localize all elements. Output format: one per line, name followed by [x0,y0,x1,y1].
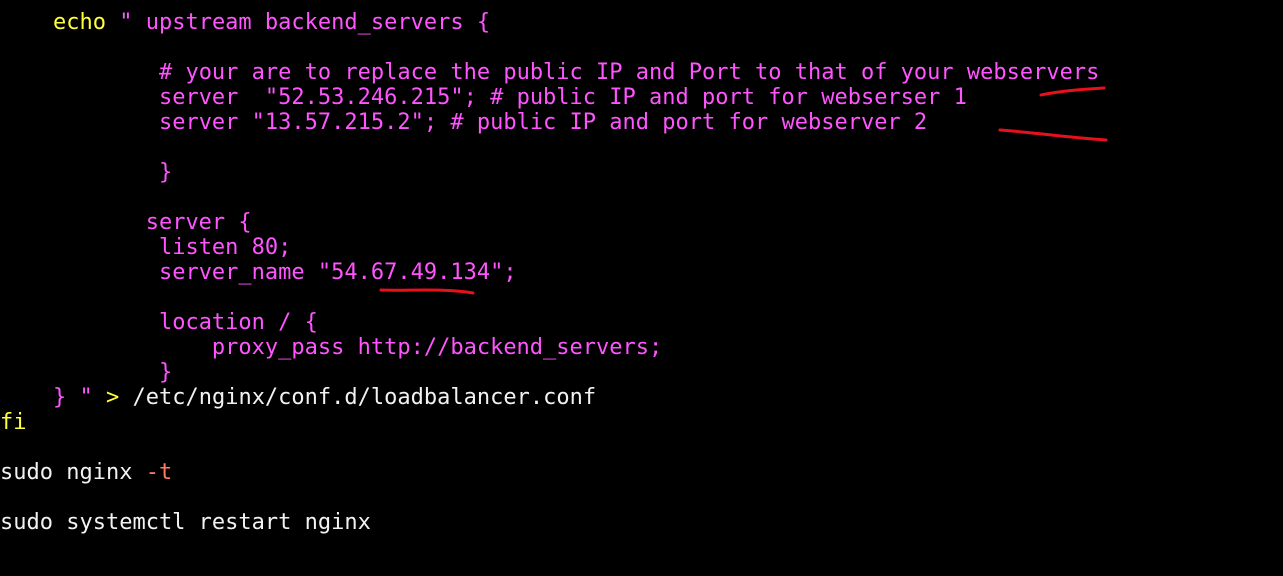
echo-end-line: } " > /etc/nginx/conf.d/loadbalancer.con… [0,385,596,410]
upstream-close-line: } [0,160,172,185]
restart-command: sudo systemctl restart nginx [0,510,371,535]
nginx-test-command: sudo nginx [0,460,146,485]
fi-line: fi [0,410,27,435]
listen-line: listen 80; [0,235,291,260]
nginx-test-line: sudo nginx -t [0,460,172,485]
location-line: location / { [0,310,318,335]
location-close-line: } [0,360,172,385]
comment-line: # your are to replace the public IP and … [0,60,1099,85]
underline-webserser-1 [1039,86,1106,97]
server1-line: server "52.53.246.215"; # public IP and … [0,85,967,110]
server-block-open: server { [145,210,252,235]
comment-text: # your are to replace the public IP and … [158,60,1100,85]
location-close-brace: } [158,360,173,385]
underline-server-name-ip [379,288,475,295]
proxy-pass-text: proxy_pass http://backend_servers; [211,335,663,360]
restart-line: sudo systemctl restart nginx [0,510,371,535]
upstream-declaration: upstream backend_servers { [132,10,491,35]
echo-line: echo " upstream backend_servers { [0,10,490,35]
nginx-test-flag: -t [145,460,173,485]
upstream-close-brace: } [158,160,173,185]
config-path: /etc/nginx/conf.d/loadbalancer.conf [132,385,597,410]
terminal-window[interactable]: echo " upstream backend_servers { # your… [0,0,1283,576]
listen-text: listen 80; [158,235,292,260]
server2-text: server "13.57.215.2"; # public IP and po… [158,110,928,135]
server-block-open-line: server { [0,210,252,235]
server-name-line: server_name "54.67.49.134"; [0,260,517,285]
proxy-pass-line: proxy_pass http://backend_servers; [0,335,662,360]
underline-webserver-2 [998,128,1108,142]
server-name-text: server_name "54.67.49.134"; [158,260,517,285]
echo-open-quote: " [105,10,133,35]
server2-line: server "13.57.215.2"; # public IP and po… [0,110,927,135]
echo-keyword: echo [52,10,106,35]
server1-text: server "52.53.246.215"; # public IP and … [158,85,967,110]
redirect-operator: > [92,385,133,410]
location-text: location / { [158,310,318,335]
fi-keyword: fi [0,410,27,435]
echo-close-brace-quote: } " [52,385,93,410]
